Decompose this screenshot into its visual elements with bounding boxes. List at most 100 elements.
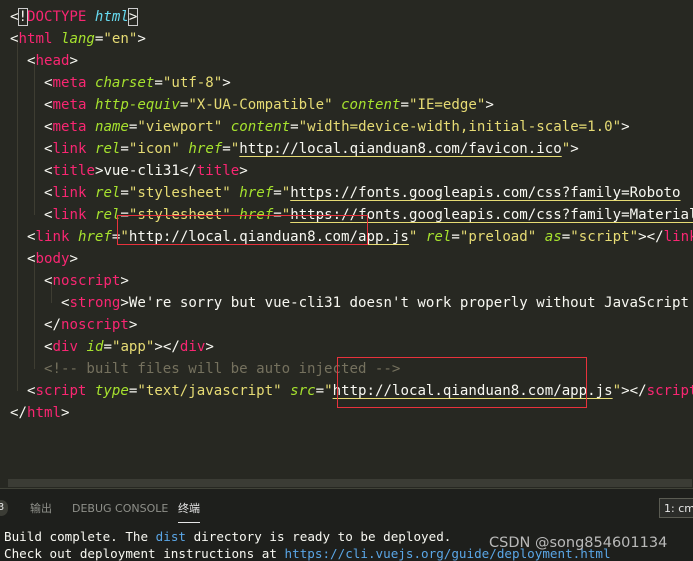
code-token: =	[400, 97, 409, 113]
code-token: >	[239, 163, 248, 179]
problems-count-badge[interactable]: 3	[0, 500, 8, 516]
code-token: https://fonts.googleapis.com/css?family=…	[290, 185, 681, 201]
code-token: "stylesheet"	[128, 185, 231, 201]
tab-debug-console[interactable]: DEBUG CONSOLE	[72, 499, 168, 519]
code-line[interactable]: <html lang="en">	[10, 28, 146, 50]
code-token: vue-cli31	[103, 163, 180, 179]
code-line[interactable]: <noscript>	[44, 270, 129, 292]
indent-guide	[34, 259, 35, 369]
code-line[interactable]: <strong>We're sorry but vue-cli31 doesn'…	[61, 292, 689, 314]
code-token: =	[222, 141, 231, 157]
code-token: noscript	[60, 317, 129, 333]
code-token: >	[120, 295, 129, 311]
code-line[interactable]: <meta charset="utf-8">	[44, 72, 231, 94]
code-token: "width=device-width,initial-scale=1.0"	[298, 119, 622, 135]
terminal-text: Check out deployment instructions at	[4, 546, 285, 561]
code-line[interactable]: <div id="app"></div>	[44, 336, 214, 358]
code-token: type	[94, 383, 129, 399]
code-line[interactable]: <meta name="viewport" content="width=dev…	[44, 116, 630, 138]
code-token: >	[69, 251, 78, 267]
code-token: >	[205, 339, 214, 355]
code-token: "X-UA-Compatible"	[188, 97, 333, 113]
terminal-select[interactable]: 1: cmd	[659, 498, 693, 518]
tab-terminal[interactable]: 终端	[178, 499, 200, 523]
code-token: </	[44, 317, 61, 333]
code-token: >	[69, 53, 78, 69]
code-token: "script"	[570, 229, 639, 245]
code-token: html	[94, 9, 129, 25]
code-token: =	[451, 229, 460, 245]
code-token: >	[127, 8, 139, 26]
bottom-panel: 3 输出 DEBUG CONSOLE 终端 1: cmd Build compl…	[0, 488, 693, 561]
code-token: href	[77, 229, 112, 245]
code-token: =	[273, 207, 282, 223]
code-token: head	[35, 53, 70, 69]
code-token: <	[27, 53, 36, 69]
terminal-text: Build complete. The	[4, 529, 156, 544]
code-token: "app"	[111, 339, 155, 355]
code-token: title	[196, 163, 240, 179]
horizontal-scrollbar[interactable]	[0, 478, 693, 488]
code-line[interactable]: </noscript>	[44, 314, 137, 336]
code-token: https://fonts.googleapis.com/css?family=…	[290, 207, 693, 223]
code-token: "viewport"	[137, 119, 223, 135]
code-editor[interactable]: <!DOCTYPE html> <html lang="en"> <head> <me…	[0, 0, 693, 478]
code-line[interactable]: <link href="http://local.qianduan8.com/a…	[27, 226, 693, 248]
code-token: <	[27, 251, 36, 267]
code-line[interactable]: <meta http-equiv = "X-UA-Compatible" conte…	[44, 94, 494, 116]
code-token: "stylesheet"	[128, 207, 231, 223]
code-line[interactable]: <link rel="stylesheet" href="https://fon…	[44, 204, 693, 226]
code-token: as	[544, 229, 562, 245]
code-token: =	[561, 229, 571, 245]
code-token: >	[60, 405, 70, 421]
code-token: "	[612, 383, 622, 399]
code-token: =	[154, 75, 163, 91]
code-token: noscript	[52, 273, 121, 289]
code-token: <	[44, 273, 53, 289]
code-token: <	[61, 295, 70, 311]
code-line[interactable]: <head>	[27, 50, 78, 72]
code-token: We're sorry but vue-cli31 doesn't work p…	[128, 295, 689, 311]
code-token: div	[52, 339, 78, 355]
code-token: name	[94, 119, 129, 135]
code-token: DOCTYPE	[27, 9, 87, 25]
code-line[interactable]: <link rel="icon" href="http://local.qian…	[44, 138, 579, 160]
scrollbar-thumb[interactable]	[8, 479, 692, 487]
code-line[interactable]: <title>vue-cli31</title>	[44, 160, 248, 182]
code-token: "IE=edge"	[408, 97, 486, 113]
code-token: html	[18, 31, 53, 47]
code-token: <	[10, 31, 19, 47]
code-token: <	[44, 97, 53, 113]
code-line[interactable]: </html>	[10, 402, 69, 424]
code-token: <!-- built files will be auto injected -…	[44, 361, 401, 377]
tab-output[interactable]: 输出	[30, 499, 52, 519]
code-line[interactable]: <link rel="stylesheet" href="https://fon…	[44, 182, 681, 204]
code-token: title	[52, 163, 95, 179]
code-line[interactable]: <!-- built files will be auto injected -…	[44, 358, 400, 380]
code-line[interactable]: <script type="text/javascript" src="http…	[27, 380, 693, 402]
code-line[interactable]: <body>	[27, 248, 78, 270]
code-token: src	[290, 383, 316, 399]
code-token: <	[44, 339, 53, 355]
code-token: "	[324, 383, 333, 399]
terminal-highlight[interactable]: dist	[156, 529, 186, 544]
watermark: CSDN @song854601134	[489, 535, 668, 551]
code-token: "text/javascript"	[137, 383, 282, 399]
code-line[interactable]: <!DOCTYPE html>	[10, 6, 139, 28]
terminal-text: directory is ready to be deployed.	[186, 529, 452, 544]
code-token: script	[35, 383, 87, 399]
code-token: link	[52, 141, 87, 157]
code-token: content	[341, 97, 401, 113]
code-token: =	[120, 207, 129, 223]
code-token: strong	[69, 295, 121, 311]
